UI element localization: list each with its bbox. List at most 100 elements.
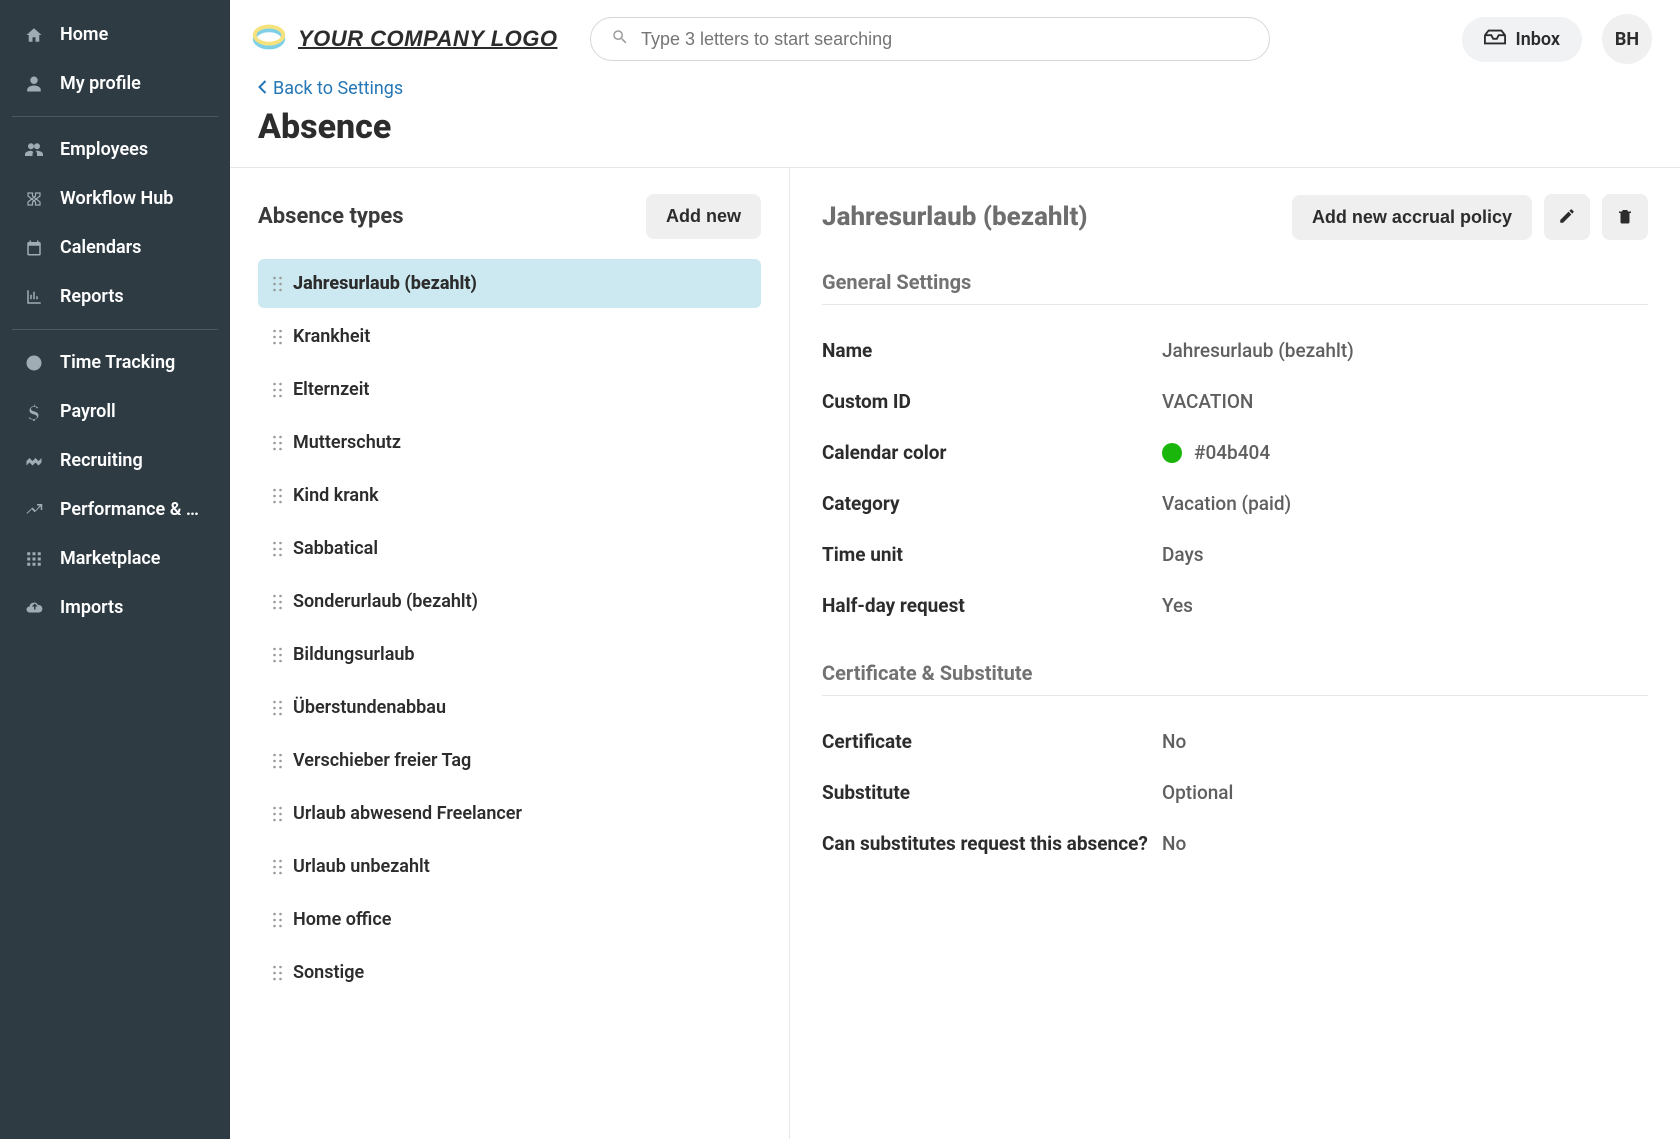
drag-handle-icon[interactable] — [272, 594, 283, 610]
chevron-left-icon — [258, 78, 267, 99]
drag-handle-icon[interactable] — [272, 329, 283, 345]
absence-type-label: Home office — [293, 909, 391, 930]
absence-type-item[interactable]: Kind krank — [258, 471, 761, 520]
field-value: Days — [1162, 543, 1204, 566]
absence-type-item[interactable]: Sabbatical — [258, 524, 761, 573]
logo-text: YOUR COMPANY LOGO — [298, 26, 557, 52]
absence-type-label: Mutterschutz — [293, 432, 401, 453]
topbar: YOUR COMPANY LOGO Inbox BH — [230, 0, 1680, 78]
inbox-button[interactable]: Inbox — [1462, 17, 1582, 62]
sidebar-item-label: Recruiting — [60, 450, 143, 471]
delete-button[interactable] — [1602, 194, 1648, 240]
absence-type-item[interactable]: Jahresurlaub (bezahlt) — [258, 259, 761, 308]
absence-type-label: Sonstige — [293, 962, 364, 983]
absence-type-item[interactable]: Urlaub abwesend Freelancer — [258, 789, 761, 838]
drag-handle-icon[interactable] — [272, 382, 283, 398]
search-icon — [611, 28, 629, 50]
absence-type-item[interactable]: Urlaub unbezahlt — [258, 842, 761, 891]
sidebar-item-home[interactable]: Home — [0, 10, 230, 59]
drag-handle-icon[interactable] — [272, 435, 283, 451]
field-time-unit: Time unit Days — [822, 529, 1648, 580]
absence-type-item[interactable]: Verschieber freier Tag — [258, 736, 761, 785]
sidebar-item-payroll[interactable]: Payroll — [0, 387, 230, 436]
home-icon — [24, 25, 44, 45]
field-value: Jahresurlaub (bezahlt) — [1162, 339, 1354, 362]
pencil-icon — [1558, 207, 1576, 228]
avatar-initials: BH — [1615, 29, 1639, 50]
drag-handle-icon[interactable] — [272, 276, 283, 292]
clock-icon — [24, 353, 44, 373]
field-category: Category Vacation (paid) — [822, 478, 1648, 529]
drag-handle-icon[interactable] — [272, 647, 283, 663]
sidebar-item-label: Imports — [60, 597, 123, 618]
search-input[interactable] — [641, 29, 1249, 50]
drag-handle-icon[interactable] — [272, 806, 283, 822]
sidebar-item-employees[interactable]: Employees — [0, 125, 230, 174]
sidebar-item-my-profile[interactable]: My profile — [0, 59, 230, 108]
field-value: VACATION — [1162, 390, 1253, 413]
absence-type-item[interactable]: Bildungsurlaub — [258, 630, 761, 679]
detail-title: Jahresurlaub (bezahlt) — [822, 202, 1088, 232]
absence-type-item[interactable]: Krankheit — [258, 312, 761, 361]
edit-button[interactable] — [1544, 194, 1590, 240]
sidebar-item-calendars[interactable]: Calendars — [0, 223, 230, 272]
workflow-icon — [24, 189, 44, 209]
sidebar-item-label: Reports — [60, 286, 124, 307]
sidebar-item-performance-d-[interactable]: Performance & D... — [0, 485, 230, 534]
drag-handle-icon[interactable] — [272, 541, 283, 557]
field-value: Yes — [1162, 594, 1193, 617]
absence-types-title: Absence types — [258, 204, 404, 229]
drag-handle-icon[interactable] — [272, 753, 283, 769]
absence-type-item[interactable]: Überstundenabbau — [258, 683, 761, 732]
inbox-icon — [1484, 29, 1506, 50]
drag-handle-icon[interactable] — [272, 488, 283, 504]
avatar[interactable]: BH — [1602, 14, 1652, 64]
absence-detail-panel: Jahresurlaub (bezahlt) Add new accrual p… — [790, 168, 1680, 1139]
field-label: Can substitutes request this absence? — [822, 832, 1162, 855]
handshake-icon — [24, 451, 44, 471]
absence-types-list: Jahresurlaub (bezahlt) Krankheit Elternzei… — [258, 259, 761, 997]
drag-handle-icon[interactable] — [272, 912, 283, 928]
sidebar-item-label: Performance & D... — [60, 499, 206, 520]
sidebar-item-recruiting[interactable]: Recruiting — [0, 436, 230, 485]
field-can-substitutes: Can substitutes request this absence? No — [822, 818, 1648, 869]
drag-handle-icon[interactable] — [272, 859, 283, 875]
absence-type-label: Urlaub abwesend Freelancer — [293, 803, 522, 824]
sidebar-item-label: Marketplace — [60, 548, 161, 569]
drag-handle-icon[interactable] — [272, 700, 283, 716]
absence-type-item[interactable]: Home office — [258, 895, 761, 944]
back-to-settings-link[interactable]: Back to Settings — [258, 78, 403, 99]
trend-icon — [24, 500, 44, 520]
field-value: Vacation (paid) — [1162, 492, 1291, 515]
field-half-day: Half-day request Yes — [822, 580, 1648, 631]
add-accrual-policy-button[interactable]: Add new accrual policy — [1292, 195, 1532, 240]
absence-type-label: Bildungsurlaub — [293, 644, 415, 665]
sidebar-item-label: Workflow Hub — [60, 188, 173, 209]
sidebar-item-label: Calendars — [60, 237, 141, 258]
dollar-icon — [24, 402, 44, 422]
page-title: Absence — [230, 99, 1680, 167]
drag-handle-icon[interactable] — [272, 965, 283, 981]
absence-type-label: Krankheit — [293, 326, 370, 347]
absence-type-item[interactable]: Elternzeit — [258, 365, 761, 414]
absence-type-item[interactable]: Mutterschutz — [258, 418, 761, 467]
field-certificate: Certificate No — [822, 716, 1648, 767]
sidebar-item-reports[interactable]: Reports — [0, 272, 230, 321]
search-box[interactable] — [590, 17, 1270, 61]
sidebar-item-label: Employees — [60, 139, 148, 160]
absence-type-item[interactable]: Sonstige — [258, 948, 761, 997]
add-new-button[interactable]: Add new — [646, 194, 761, 239]
company-logo[interactable]: YOUR COMPANY LOGO — [250, 18, 570, 60]
sidebar-item-time-tracking[interactable]: Time Tracking — [0, 338, 230, 387]
field-substitute: Substitute Optional — [822, 767, 1648, 818]
field-label: Calendar color — [822, 441, 1162, 464]
field-label: Half-day request — [822, 594, 1162, 617]
absence-type-label: Sabbatical — [293, 538, 378, 559]
field-label: Time unit — [822, 543, 1162, 566]
field-custom-id: Custom ID VACATION — [822, 376, 1648, 427]
field-label: Category — [822, 492, 1162, 515]
sidebar-item-imports[interactable]: Imports — [0, 583, 230, 632]
absence-type-item[interactable]: Sonderurlaub (bezahlt) — [258, 577, 761, 626]
sidebar-item-workflow-hub[interactable]: Workflow Hub — [0, 174, 230, 223]
sidebar-item-marketplace[interactable]: Marketplace — [0, 534, 230, 583]
